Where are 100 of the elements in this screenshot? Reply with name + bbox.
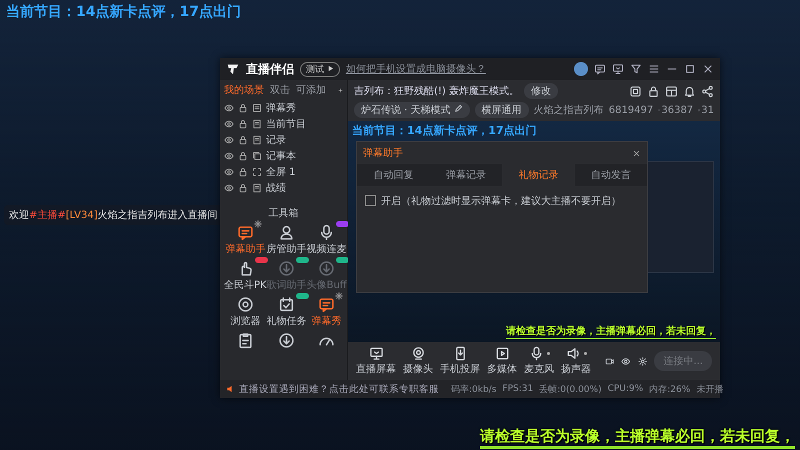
menu-icon[interactable]	[648, 63, 660, 75]
dropdown-dot[interactable]	[546, 352, 550, 355]
scene-item[interactable]: 记录	[266, 133, 286, 147]
scene-item[interactable]: 全屏 1	[266, 165, 296, 179]
scene-tab[interactable]: 我的场景	[224, 83, 264, 97]
source-label[interactable]: 手机投屏	[440, 362, 480, 376]
caret-icon	[326, 64, 334, 72]
help-link[interactable]: 如何把手机设置成电脑摄像头？	[346, 62, 486, 76]
source-label[interactable]: 扬声器	[561, 362, 591, 376]
play-icon[interactable]	[494, 346, 510, 361]
status-item: CPU:9%	[608, 384, 644, 394]
category-button[interactable]: 炉石传说 · 天梯模式	[354, 102, 470, 118]
share-icon[interactable]	[701, 84, 714, 98]
program-title: 当前节目：14点新卡点评，17点出门	[352, 123, 537, 138]
lock-icon[interactable]	[238, 135, 248, 145]
chat-icon[interactable]	[236, 224, 254, 241]
eye-icon[interactable]	[224, 151, 234, 161]
dialog-title: 弹幕助手	[363, 146, 403, 160]
lock-icon[interactable]	[238, 103, 248, 113]
eye-icon[interactable]	[224, 135, 234, 145]
document-icon	[252, 135, 262, 145]
copy-icon	[252, 151, 262, 161]
eye-icon[interactable]	[224, 103, 234, 113]
chat-icon[interactable]	[594, 63, 606, 75]
source-label[interactable]: 麦克风	[524, 362, 554, 376]
dialog-tab[interactable]: 礼物记录	[502, 164, 574, 186]
gear-icon	[254, 220, 262, 228]
layout-button[interactable]: 横屏通用	[474, 102, 529, 118]
document-icon	[252, 119, 262, 129]
webcam-icon[interactable]	[410, 346, 426, 361]
edit-button[interactable]: 修改	[524, 83, 558, 99]
lock-icon[interactable]	[238, 183, 248, 193]
tool-label[interactable]: 房管助手	[266, 242, 307, 256]
compass-icon[interactable]	[236, 296, 254, 313]
document-icon	[252, 183, 262, 193]
avatar-icon[interactable]	[574, 62, 588, 76]
scene-item[interactable]: 战绩	[266, 181, 286, 195]
clipboard-icon[interactable]	[236, 332, 254, 349]
user-icon[interactable]	[278, 224, 296, 241]
program-title: 当前节目：14点新卡点评，17点出门	[6, 3, 241, 21]
eye-icon[interactable]	[224, 119, 234, 129]
lock-icon[interactable]	[238, 167, 248, 177]
gear-icon	[335, 292, 344, 300]
source-label[interactable]: 多媒体	[487, 362, 517, 376]
dialog-tab[interactable]: 弹幕记录	[430, 164, 502, 186]
list-icon	[252, 103, 262, 113]
dialog-tab[interactable]: 自动发言	[574, 164, 647, 186]
close-icon[interactable]	[702, 63, 714, 75]
maximize-icon[interactable]	[684, 63, 696, 75]
lock-icon[interactable]	[238, 119, 248, 129]
option-label: 开启（礼物过滤时显示弹幕卡，建议大主播不要开启）	[381, 194, 621, 208]
logo-icon	[226, 62, 240, 76]
tool-label[interactable]: 全民斗PK	[224, 278, 267, 292]
microphone-icon[interactable]	[528, 346, 544, 361]
lock-icon[interactable]	[238, 151, 248, 161]
scene-item[interactable]: 弹幕秀	[266, 101, 296, 115]
scene-tab[interactable]: 可添加	[296, 83, 326, 97]
funnel-icon[interactable]	[630, 63, 642, 75]
gear-icon[interactable]	[638, 354, 648, 368]
status-item: 未开播	[696, 384, 724, 396]
dialog-tab[interactable]: 自动回复	[357, 164, 430, 186]
tool-label[interactable]: 弹幕秀	[312, 314, 342, 328]
monitor-icon[interactable]	[368, 346, 384, 361]
checkbox[interactable]	[365, 195, 376, 206]
crop-icon	[252, 167, 262, 177]
mode-badge[interactable]: 测试	[300, 62, 340, 76]
anchor-name: 火焰之指吉列布	[534, 104, 604, 117]
lock-icon[interactable]	[647, 84, 660, 98]
scene-tab[interactable]: 双击	[270, 83, 290, 97]
close-icon[interactable]	[632, 148, 641, 158]
scene-item[interactable]: 当前节目	[266, 117, 306, 131]
tool-label[interactable]: 弹幕助手	[225, 242, 266, 256]
scene-item[interactable]: 记事本	[266, 149, 296, 163]
monitor-icon[interactable]	[612, 63, 624, 75]
status-item: 码率:0kb/s	[451, 384, 496, 396]
toolbox-title: 工具箱	[268, 207, 300, 220]
tool-label[interactable]: 礼物任务	[266, 314, 307, 328]
stream-title: 吉列布：狂野残酷(!) 轰炸魔王模式。	[354, 84, 519, 98]
tool-label[interactable]: 视频连麦	[306, 242, 347, 256]
layout-icon[interactable]	[665, 84, 678, 98]
ticker-text: 请检查是否为录像，主播弹幕必回，若未回复，	[480, 427, 795, 449]
status-item: FPS:31	[502, 384, 534, 394]
dropdown-dot[interactable]	[584, 352, 586, 355]
chat-icon[interactable]	[318, 296, 336, 313]
eye-icon[interactable]	[224, 183, 234, 193]
viewer-count: 31	[701, 104, 714, 116]
square-icon[interactable]	[629, 84, 642, 98]
eye-icon[interactable]	[224, 167, 234, 177]
source-label[interactable]: 直播屏幕	[356, 362, 396, 376]
ticker-text: 请检查是否为录像，主播弹幕必回，若未回复，	[506, 324, 716, 339]
room-id: 6819497	[608, 104, 654, 116]
popularity-count: 36387	[661, 104, 694, 116]
calendar-icon[interactable]	[278, 296, 296, 313]
bell-icon[interactable]	[683, 84, 696, 98]
welcome-message: 欢迎#主播#[LV34]火焰之指吉列布进入直播间	[4, 205, 223, 225]
status-item: 内存:26%	[649, 384, 690, 396]
support-notice[interactable]: 直播设置遇到困难？点击此处可联系专职客服	[226, 382, 439, 396]
source-label[interactable]: 摄像头	[403, 362, 433, 376]
tool-label[interactable]: 浏览器	[230, 314, 260, 328]
speaker-icon[interactable]	[566, 346, 580, 361]
